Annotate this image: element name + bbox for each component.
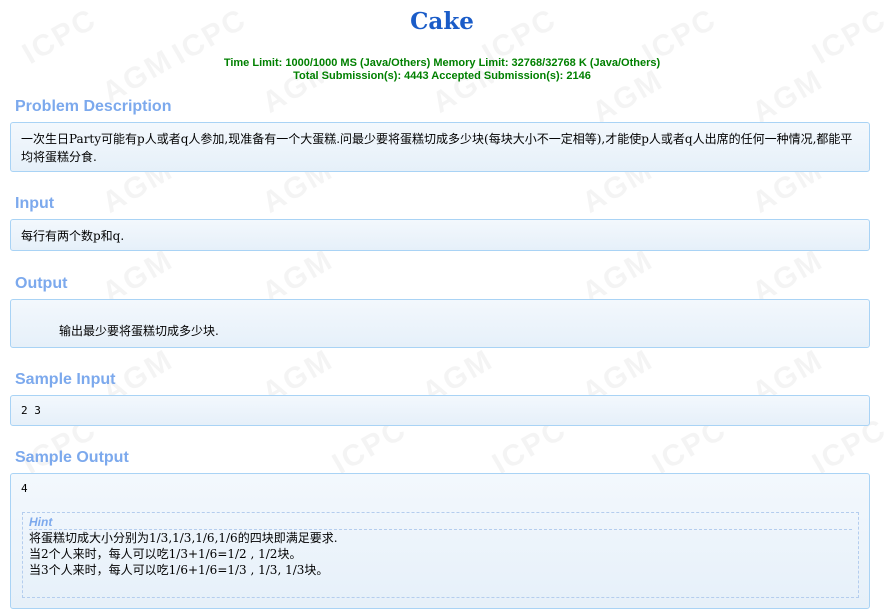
hint-line: 当2个人来时，每人可以吃1/3+1/6=1/2 , 1/2块。 (29, 547, 302, 561)
hint-line: 将蛋糕切成大小分别为1/3,1/3,1/6,1/6的四块即满足要求. (29, 531, 338, 545)
description-panel: 一次生日Party可能有p人或者q人参加,现准备有一个大蛋糕.问最少要将蛋糕切成… (10, 122, 870, 172)
sample-output-text: 4 (21, 482, 28, 495)
output-panel: 输出最少要将蛋糕切成多少块. (10, 299, 870, 348)
limits-line: Time Limit: 1000/1000 MS (Java/Others) M… (223, 57, 661, 69)
description-text: 一次生日Party可能有p人或者q人参加,现准备有一个大蛋糕.问最少要将蛋糕切成… (21, 132, 853, 164)
page-title: Cake (410, 8, 474, 35)
sample-input-heading: Sample Input (15, 371, 116, 388)
limits-info: Time Limit: 1000/1000 MS (Java/Others) M… (0, 57, 884, 83)
description-heading: Problem Description (15, 98, 172, 115)
input-text: 每行有两个数p和q. (21, 229, 125, 243)
output-text: 输出最少要将蛋糕切成多少块. (59, 324, 219, 338)
sample-output-panel: 4 Hint 将蛋糕切成大小分别为1/3,1/3,1/6,1/6的四块即满足要求… (10, 473, 870, 609)
output-heading: Output (15, 275, 68, 292)
submissions-line: Total Submission(s): 4443 Accepted Submi… (293, 70, 591, 82)
input-panel: 每行有两个数p和q. (10, 219, 870, 251)
sample-output-heading: Sample Output (15, 449, 129, 466)
input-heading: Input (15, 195, 55, 212)
sample-input-panel: 2 3 (10, 395, 870, 426)
hint-title: Hint (29, 515, 852, 530)
hint-line: 当3个人来时，每人可以吃1/6+1/6=1/3 , 1/3, 1/3块。 (29, 563, 329, 577)
hint-box: Hint 将蛋糕切成大小分别为1/3,1/3,1/6,1/6的四块即满足要求. … (22, 512, 859, 598)
sample-input-text: 2 3 (21, 404, 41, 417)
